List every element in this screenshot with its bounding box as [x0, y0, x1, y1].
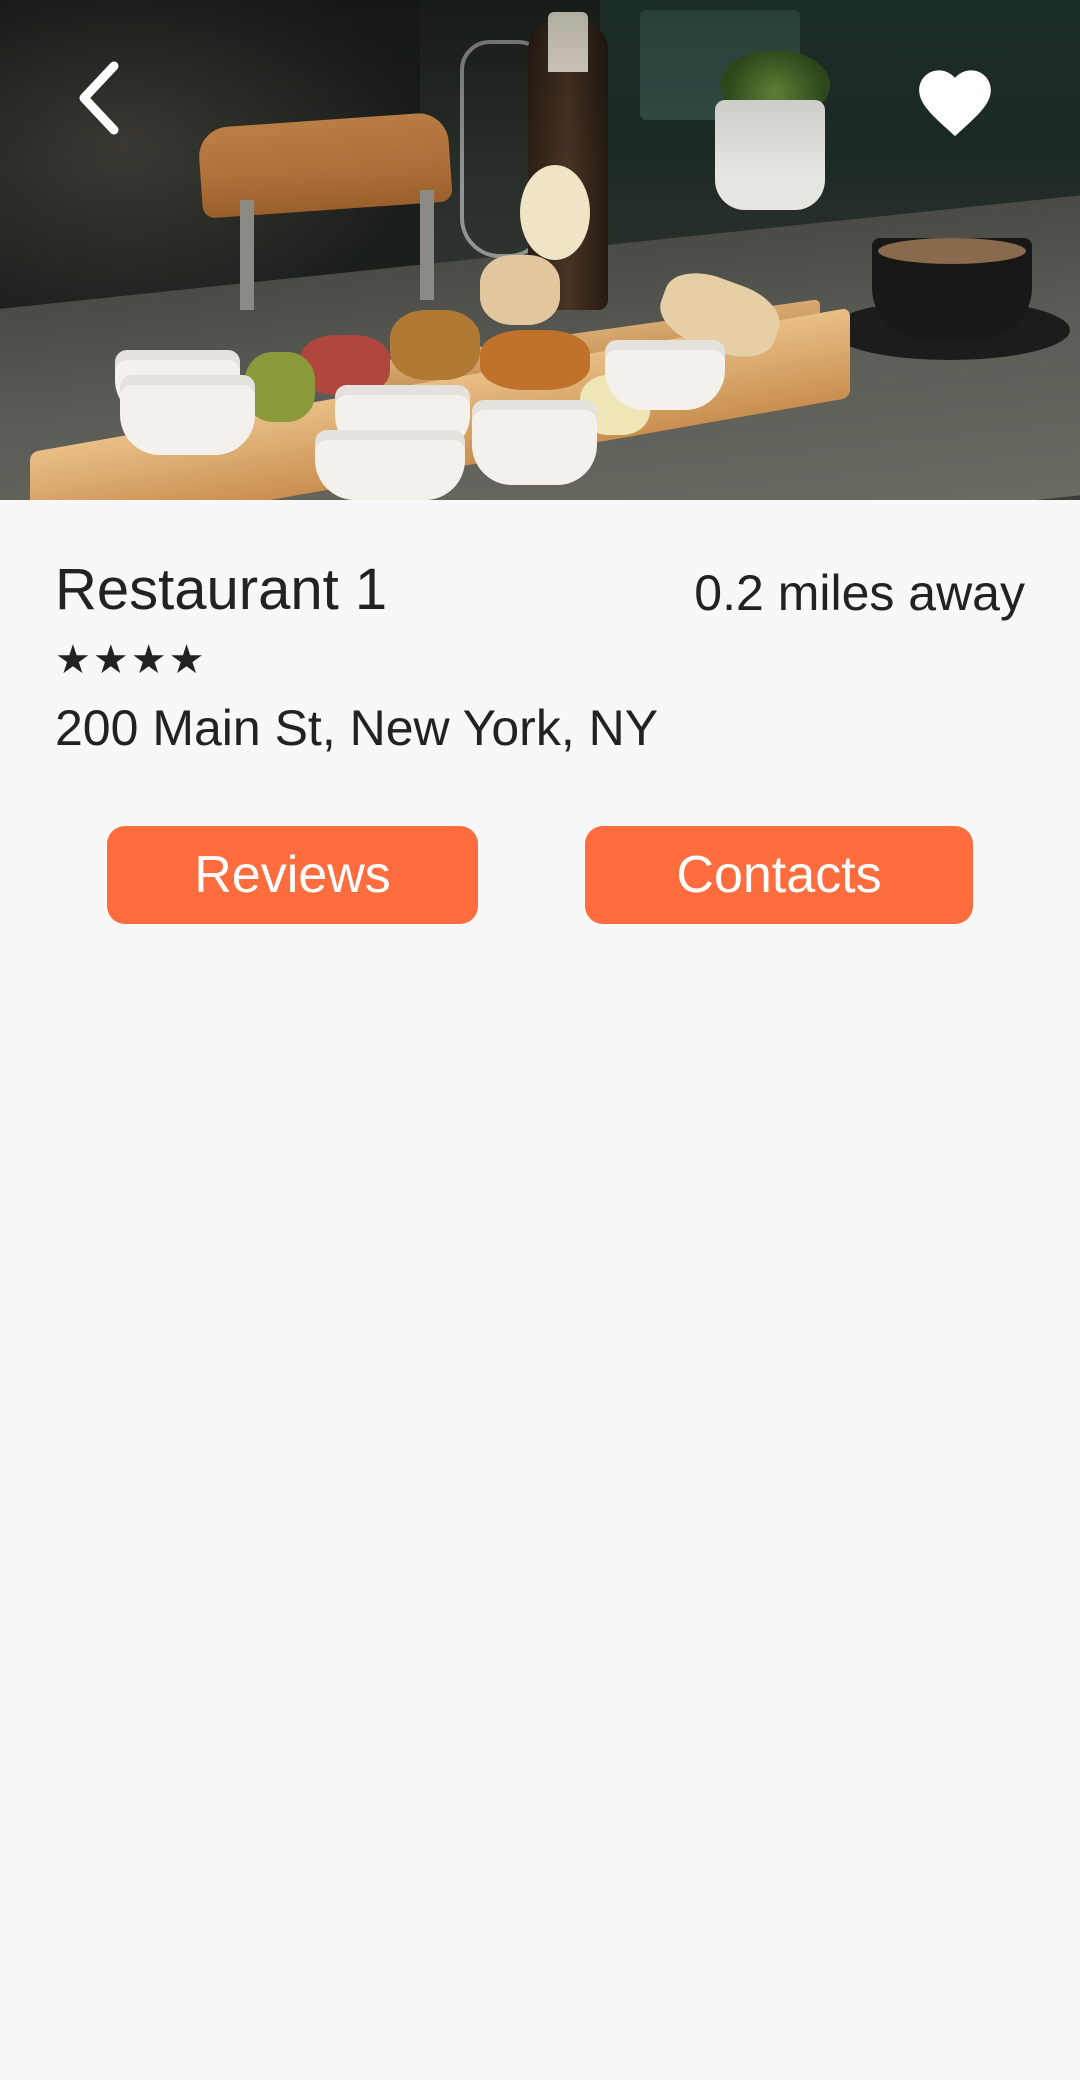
- chevron-left-icon: [70, 60, 130, 141]
- rating-stars: ★★★★: [55, 637, 207, 683]
- restaurant-detail-screen: Restaurant 1 0.2 miles away ★★★★ 200 Mai…: [0, 0, 1080, 2080]
- back-button[interactable]: [60, 60, 140, 140]
- contacts-button[interactable]: Contacts: [585, 826, 973, 924]
- restaurant-address: 200 Main St, New York, NY: [55, 700, 659, 756]
- reviews-button[interactable]: Reviews: [107, 826, 478, 924]
- restaurant-name: Restaurant 1: [55, 557, 388, 622]
- favorite-button[interactable]: [905, 56, 1005, 146]
- heart-icon: [912, 59, 998, 144]
- restaurant-distance: 0.2 miles away: [694, 565, 1025, 621]
